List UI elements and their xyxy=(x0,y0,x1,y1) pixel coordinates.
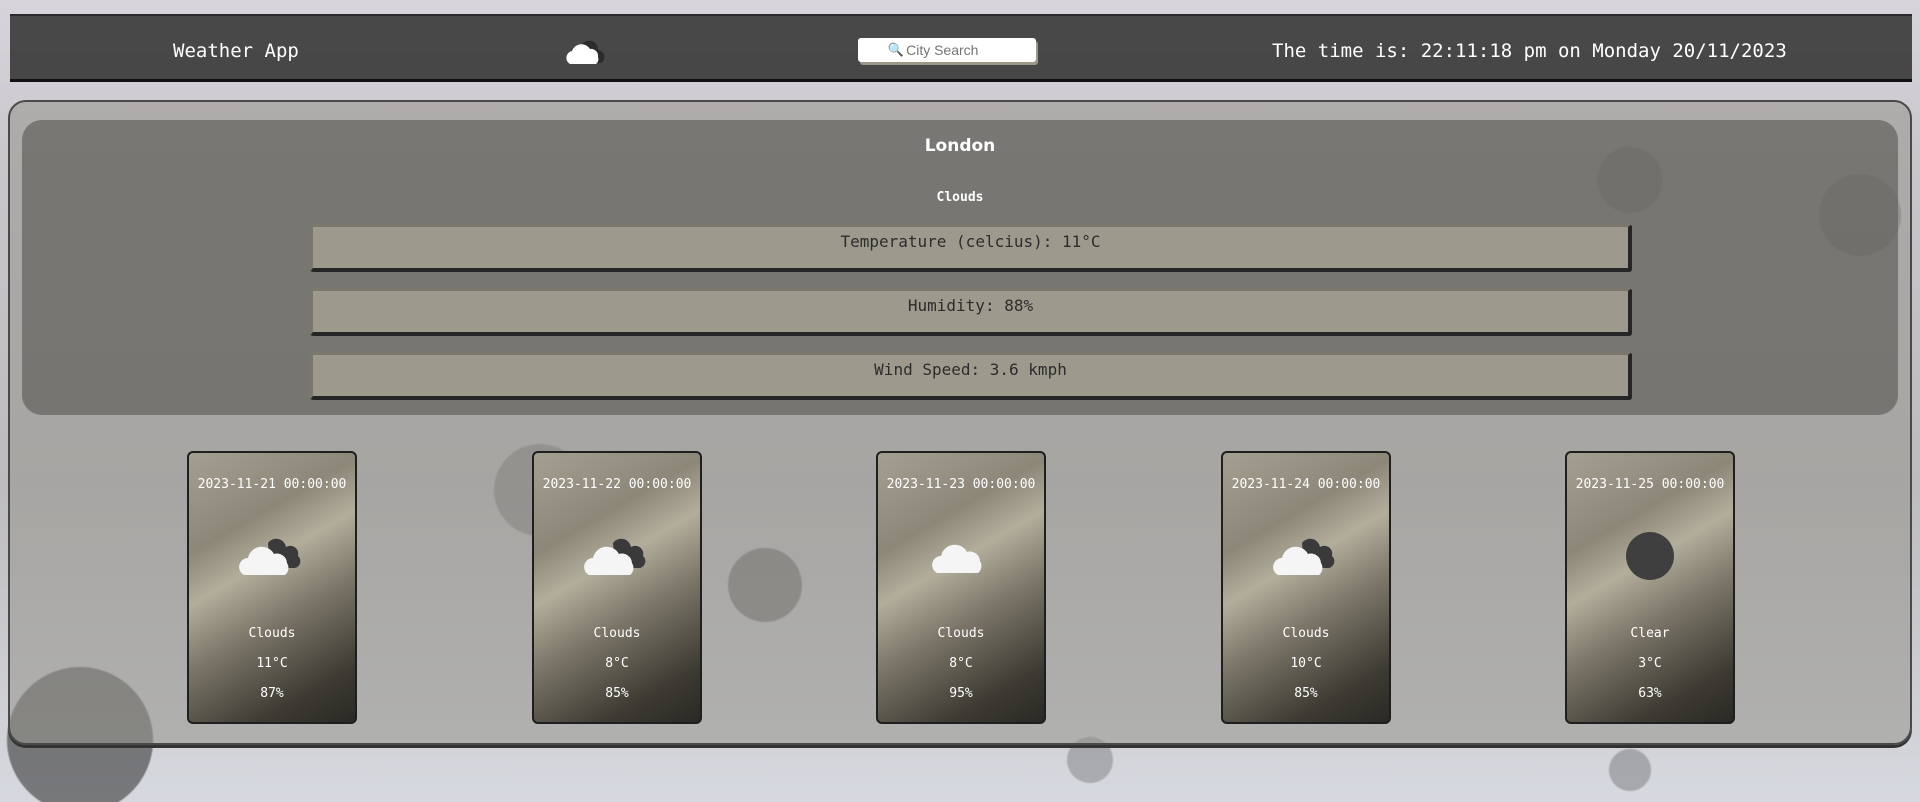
forecast-condition: Clouds xyxy=(593,626,641,641)
current-time-text: The time is: 22:11:18 pm on Monday 20/11… xyxy=(1272,40,1787,62)
forecast-condition: Clouds xyxy=(1282,626,1330,641)
forecast-date: 2023-11-22 00:00:00 xyxy=(542,477,692,492)
search-icon: 🔍 xyxy=(887,42,905,58)
cloud-icon xyxy=(878,531,1044,581)
forecast-card: 2023-11-25 00:00:00 Clear 3°C 63% xyxy=(1565,451,1735,724)
temperature-stat: Temperature (celcius): 11°C xyxy=(310,224,1632,272)
forecast-temperature: 11°C xyxy=(256,656,288,671)
forecast-condition: Clouds xyxy=(248,626,296,641)
forecast-card: 2023-11-22 00:00:00 Clouds 8°C 85% xyxy=(532,451,702,724)
forecast-condition: Clear xyxy=(1630,626,1670,641)
app-title: Weather App xyxy=(173,40,299,62)
broken-clouds-icon xyxy=(1223,531,1389,581)
forecast-humidity: 85% xyxy=(1294,686,1318,701)
forecast-card: 2023-11-24 00:00:00 Clouds 10°C 85% xyxy=(1221,451,1391,724)
forecast-temperature: 8°C xyxy=(605,656,629,671)
current-condition: Clouds xyxy=(936,190,984,205)
forecast-temperature: 10°C xyxy=(1290,656,1322,671)
broken-clouds-icon xyxy=(189,531,355,581)
city-name: London xyxy=(924,136,996,156)
forecast-date: 2023-11-25 00:00:00 xyxy=(1575,477,1725,492)
wind-speed-stat: Wind Speed: 3.6 kmph xyxy=(310,352,1632,400)
forecast-date: 2023-11-24 00:00:00 xyxy=(1231,477,1381,492)
forecast-temperature: 8°C xyxy=(949,656,973,671)
city-search-box[interactable]: 🔍 xyxy=(858,38,1036,62)
city-search-input[interactable] xyxy=(906,42,1007,58)
forecast-date: 2023-11-23 00:00:00 xyxy=(886,477,1036,492)
current-weather-section: London Clouds Temperature (celcius): 11°… xyxy=(22,120,1898,415)
forecast-condition: Clouds xyxy=(937,626,985,641)
weather-panel: London Clouds Temperature (celcius): 11°… xyxy=(8,100,1912,745)
forecast-date: 2023-11-21 00:00:00 xyxy=(197,477,347,492)
forecast-card: 2023-11-21 00:00:00 Clouds 11°C 87% xyxy=(187,451,357,724)
top-bar: Weather App 🔍 The time is: 22:11:18 pm o… xyxy=(10,14,1912,82)
forecast-humidity: 87% xyxy=(260,686,284,701)
clear-sky-icon xyxy=(1567,531,1733,581)
forecast-card: 2023-11-23 00:00:00 Clouds 8°C 95% xyxy=(876,451,1046,724)
cloud-icon xyxy=(560,36,610,74)
broken-clouds-icon xyxy=(534,531,700,581)
humidity-stat: Humidity: 88% xyxy=(310,288,1632,336)
forecast-humidity: 63% xyxy=(1638,686,1662,701)
forecast-humidity: 85% xyxy=(605,686,629,701)
forecast-temperature: 3°C xyxy=(1638,656,1662,671)
forecast-humidity: 95% xyxy=(949,686,973,701)
